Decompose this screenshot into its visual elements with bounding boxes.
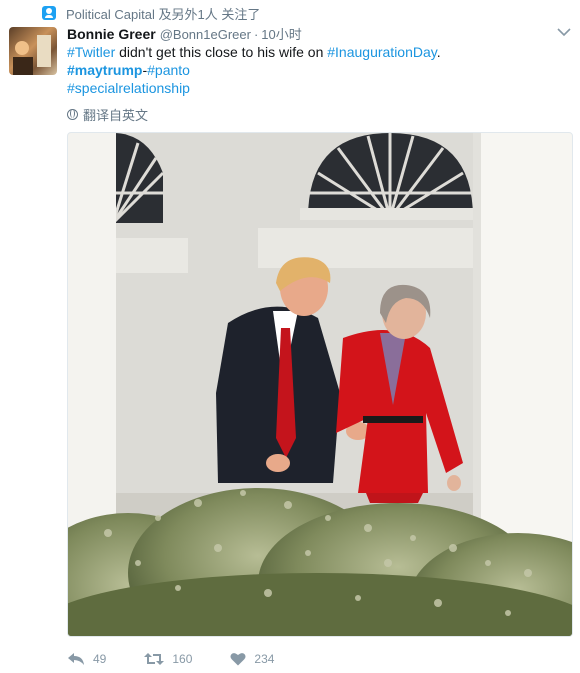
tweet-header: Bonnie Greer @Bonn1eGreer · 10小时: [67, 24, 302, 43]
tweet-timestamp[interactable]: 10小时: [261, 24, 301, 43]
separator-dot: ·: [253, 27, 259, 42]
hashtag-link[interactable]: #specialrelationship: [67, 80, 190, 96]
tweet-text: #Twitler didn't get this close to his wi…: [67, 43, 567, 97]
hashtag-link[interactable]: #maytrump: [67, 62, 142, 78]
retweet-icon: [144, 653, 165, 665]
author-handle[interactable]: @Bonn1eGreer: [160, 27, 251, 42]
reply-icon: [68, 653, 84, 665]
reply-count: 49: [93, 652, 107, 666]
chevron-down-icon[interactable]: [555, 24, 573, 38]
social-context[interactable]: Political Capital 及另外1人 关注了: [42, 4, 260, 22]
social-context-text[interactable]: Political Capital 及另外1人 关注了: [66, 4, 260, 23]
like-button[interactable]: 234: [230, 652, 274, 666]
tweet-actions: 49 160 234: [67, 650, 312, 668]
like-count: 234: [254, 652, 275, 666]
author-name[interactable]: Bonnie Greer: [67, 26, 156, 42]
tweet-text-line: #specialrelationship: [67, 79, 567, 97]
reply-button[interactable]: 49: [67, 652, 106, 666]
tweet-text-line: #Twitler didn't get this close to his wi…: [67, 43, 567, 61]
globe-icon: [67, 109, 78, 120]
retweet-button[interactable]: 160: [144, 652, 192, 666]
tweet-text-segment: didn't get this close to his wife on: [115, 44, 328, 60]
retweet-count: 160: [172, 652, 193, 666]
photo-image: [68, 133, 572, 636]
hashtag-link[interactable]: #Twitler: [67, 44, 115, 60]
tweet-text-line: #maytrump-#panto: [67, 61, 567, 79]
hashtag-link[interactable]: #panto: [147, 62, 190, 78]
user-follow-icon: [42, 6, 56, 20]
translate-label[interactable]: 翻译自英文: [83, 105, 148, 124]
hashtag-link[interactable]: #InaugurationDay: [327, 44, 436, 60]
heart-icon: [230, 653, 246, 666]
tweet-photo[interactable]: [67, 132, 573, 637]
tweet-text-segment: .: [436, 44, 441, 60]
translate-link[interactable]: 翻译自英文: [67, 105, 148, 124]
avatar[interactable]: [9, 27, 57, 75]
